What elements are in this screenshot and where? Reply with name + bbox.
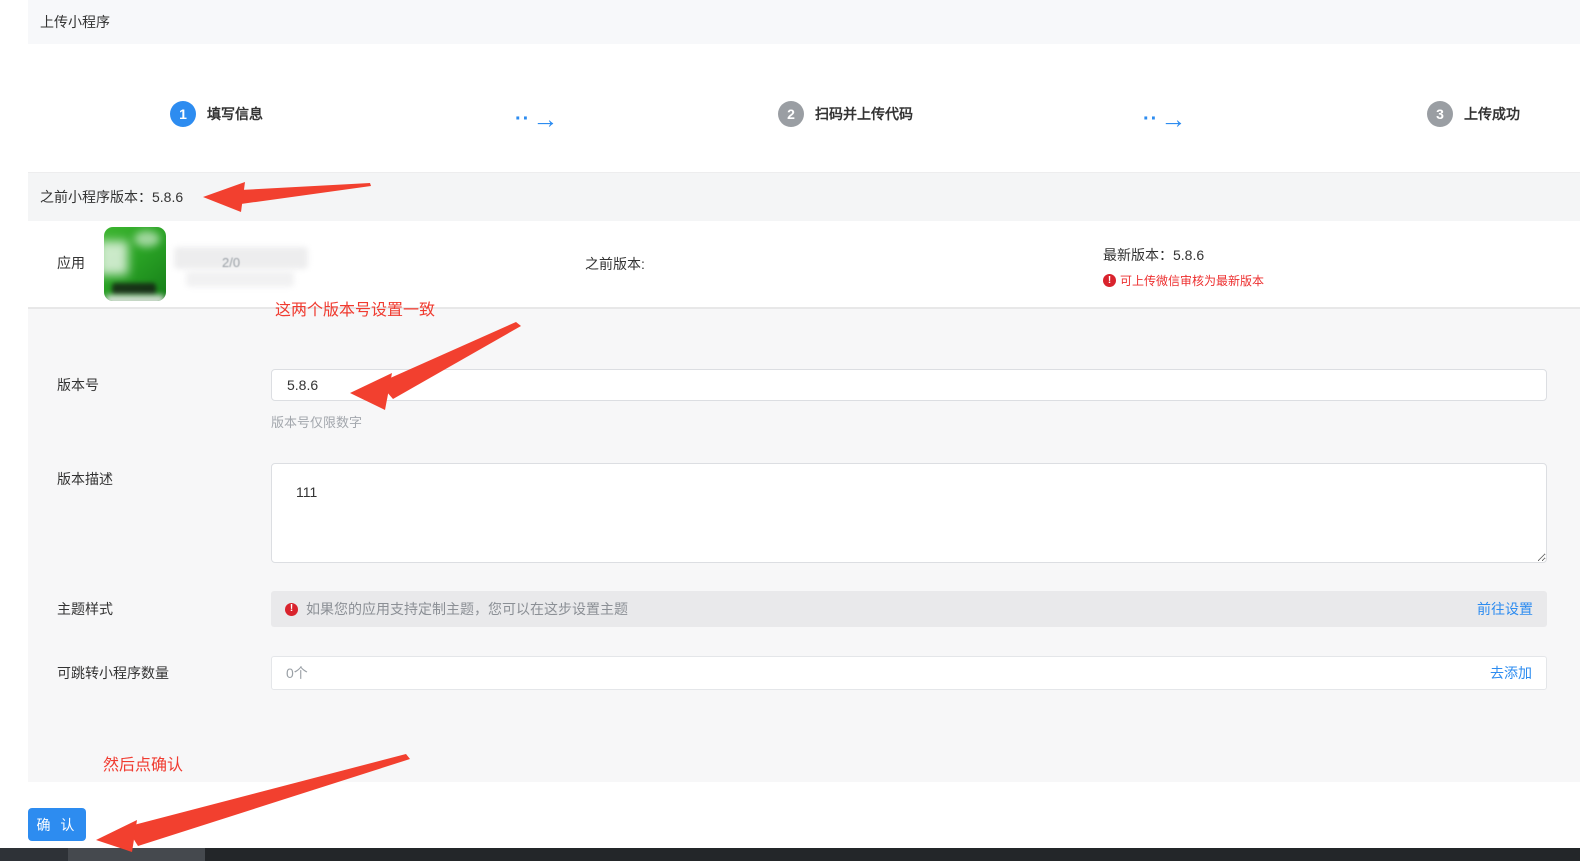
arrow-dots: ·· (515, 108, 531, 130)
latest-version-note: 可上传微信审核为最新版本 (1120, 274, 1265, 288)
latest-version-text: 最新版本：5.8.6 (1103, 247, 1205, 263)
warning-icon: ! (285, 602, 298, 616)
latest-version-block: 最新版本：5.8.6 ! 可上传微信审核为最新版本 (1103, 245, 1264, 289)
theme-notice-text: 如果您的应用支持定制主题，您可以在这步设置主题 (306, 601, 628, 617)
censor-blob (112, 283, 156, 295)
arrow-dots: ·· (1143, 108, 1159, 130)
jumpable-count-label: 可跳转小程序数量 (57, 665, 169, 681)
step-arrow-icon: ·· → (515, 106, 558, 132)
theme-label: 主题样式 (57, 601, 113, 617)
step-2-label: 扫码并上传代码 (815, 106, 913, 122)
app-info-row: 应用 2/0 之前版本: 最新版本：5.8.6 ! 可上传微信审核为最新版本 (28, 221, 1580, 308)
arrow-glyph: → (532, 104, 559, 134)
taskbar-segment (68, 848, 205, 861)
annotation-version-note: 这两个版本号设置一致 (275, 302, 436, 319)
warning-icon: ! (1103, 274, 1116, 287)
header-spacer (28, 44, 1580, 56)
version-hint: 版本号仅限数字 (271, 415, 363, 430)
steps-bar: 1 填写信息 ·· → 2 扫码并上传代码 ·· → 3 上传成功 (28, 56, 1580, 172)
censored-text-fragment: 2/0 (222, 255, 241, 270)
censor-blur (186, 271, 294, 287)
app-label: 应用 (57, 255, 85, 271)
latest-version-warning: ! 可上传微信审核为最新版本 (1103, 272, 1264, 289)
step-scan-upload: 2 扫码并上传代码 (778, 101, 913, 127)
previous-version-text: 之前小程序版本：5.8.6 (40, 189, 184, 205)
upload-form: 版本号 版本号仅限数字 版本描述 111 主题样式 ! 如果您的应用支持定制主题… (28, 308, 1580, 782)
previous-version-bar: 之前小程序版本：5.8.6 (28, 172, 1580, 221)
step-1-label: 填写信息 (207, 106, 263, 122)
page-title: 上传小程序 (40, 14, 110, 30)
add-jumpable-link[interactable]: 去添加 (1490, 663, 1532, 683)
prev-version-label: 之前版本: (585, 256, 645, 272)
jumpable-count-value: 0个 (286, 665, 308, 681)
version-input[interactable] (271, 369, 1547, 401)
step-fill-info: 1 填写信息 (170, 101, 263, 127)
step-3-label: 上传成功 (1464, 106, 1520, 122)
description-textarea[interactable]: 111 (271, 463, 1547, 563)
upload-miniprogram-page: 上传小程序 1 填写信息 ·· → 2 扫码并上传代码 ·· → 3 上传成功 … (28, 0, 1580, 848)
icon-gloss (134, 231, 160, 247)
taskbar-segment (0, 848, 68, 861)
bottom-taskbar (0, 848, 1580, 861)
step-2-circle: 2 (778, 101, 804, 127)
confirm-button[interactable]: 确 认 (28, 808, 86, 841)
censor-blob (106, 295, 164, 301)
arrow-glyph: → (1160, 104, 1187, 134)
version-label: 版本号 (57, 377, 99, 393)
censor-blob (104, 241, 128, 275)
annotation-confirm-note: 然后点确认 (103, 757, 184, 774)
step-1-circle: 1 (170, 101, 196, 127)
description-label: 版本描述 (57, 471, 113, 487)
theme-notice-bar: ! 如果您的应用支持定制主题，您可以在这步设置主题 前往设置 (271, 591, 1547, 627)
censor-blur (174, 247, 308, 269)
step-upload-success: 3 上传成功 (1427, 101, 1520, 127)
step-3-circle: 3 (1427, 101, 1453, 127)
step-arrow-icon: ·· → (1143, 106, 1186, 132)
taskbar-segment (205, 848, 1580, 861)
go-to-theme-settings-link[interactable]: 前往设置 (1477, 599, 1533, 619)
app-icon (104, 227, 166, 301)
jumpable-count-box: 0个 去添加 (271, 656, 1547, 690)
footer-bar: 确 认 (28, 782, 1580, 848)
page-header: 上传小程序 (28, 0, 1580, 44)
